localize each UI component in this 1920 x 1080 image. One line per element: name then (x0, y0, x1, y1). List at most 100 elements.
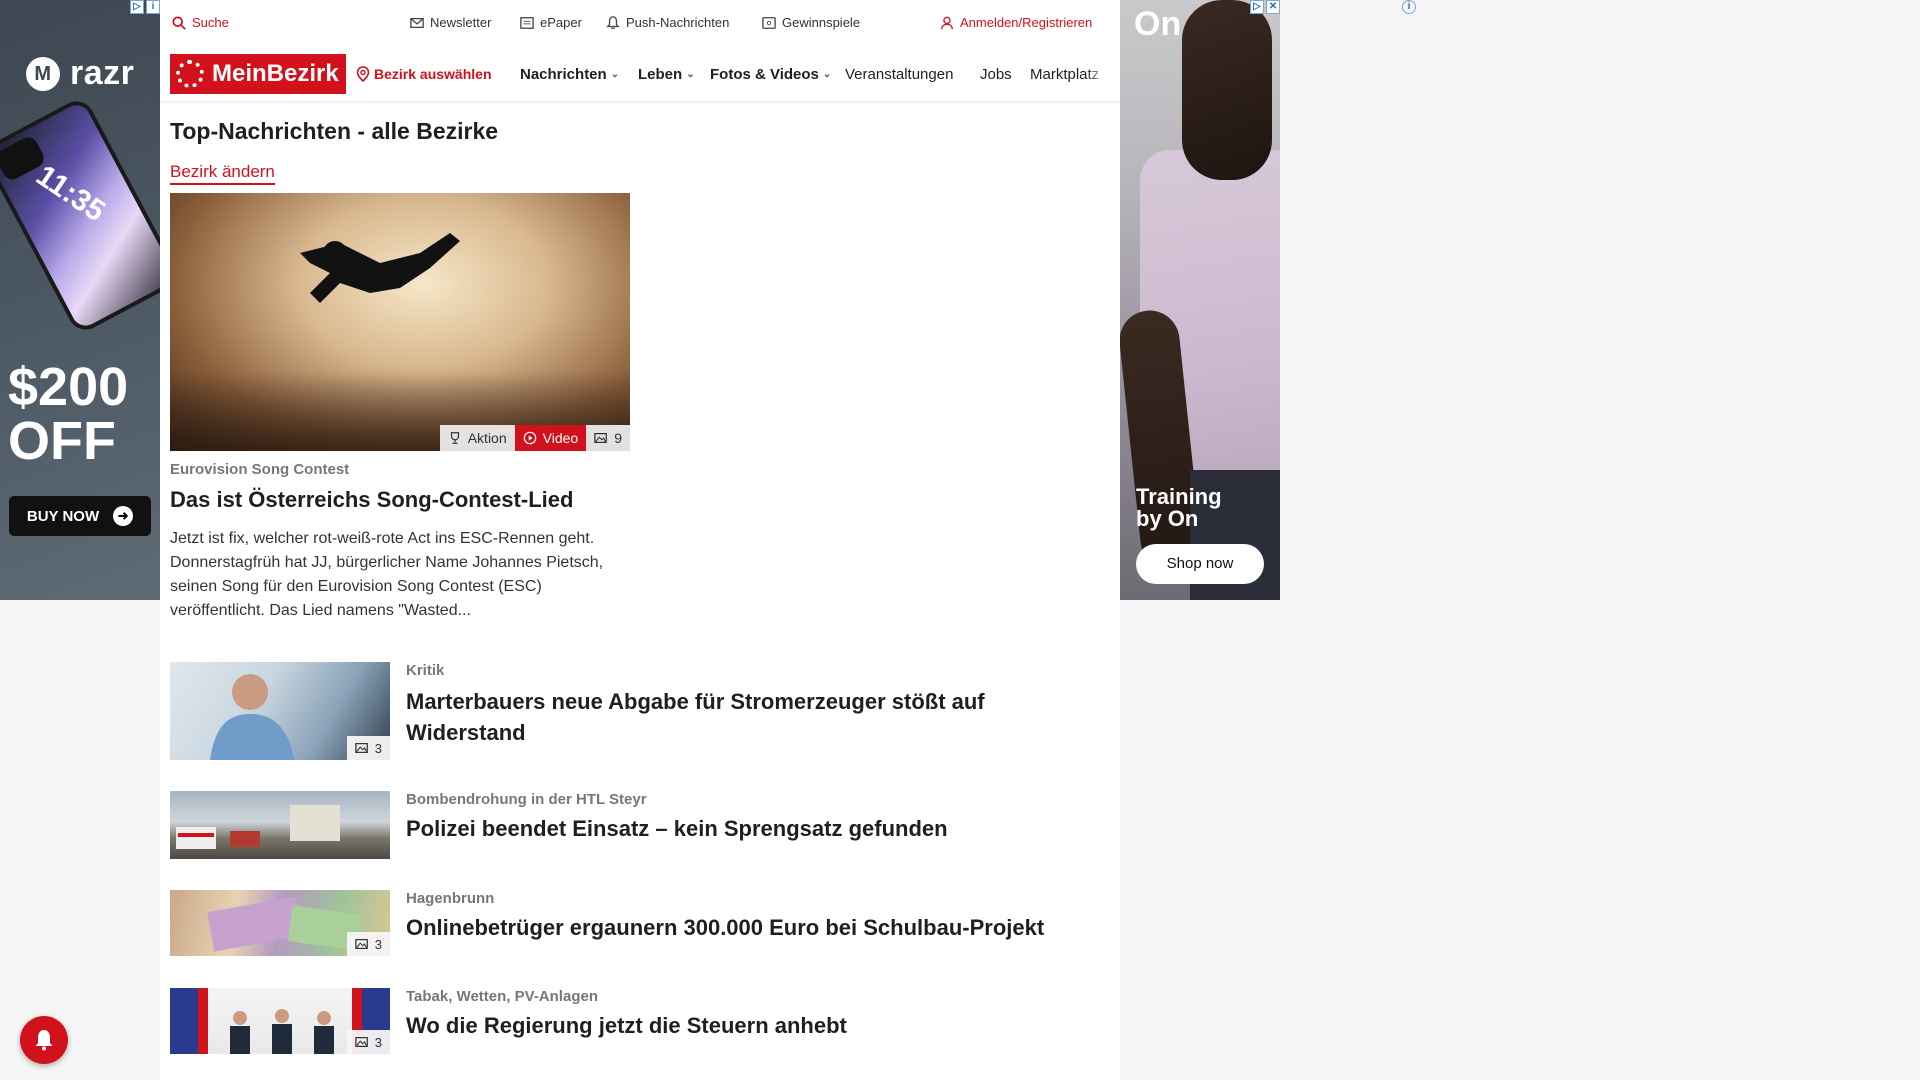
select-district-button[interactable]: Bezirk auswählen (356, 66, 492, 82)
select-district-label: Bezirk auswählen (374, 66, 492, 82)
nav-item-leben[interactable]: Leben ⌄ (638, 66, 695, 83)
ad-promo-off: OFF (8, 411, 116, 471)
hero-kicker: Eurovision Song Contest (170, 461, 350, 478)
location-pin-icon (356, 66, 370, 82)
article-headline[interactable]: Marterbauers neue Abgabe für Stromerzeug… (406, 686, 1106, 748)
ad-promo-amount: $200 (8, 357, 129, 417)
photo-count-badge: 3 (346, 932, 390, 956)
adchoices-play-icon[interactable]: ▷ (130, 0, 144, 14)
gallery-icon (355, 939, 368, 949)
hero-teaser[interactable]: Jetzt ist fix, welcher rot-weiß-rote Act… (170, 527, 620, 623)
newsletter-link[interactable]: Newsletter (410, 15, 491, 30)
nav-item-label: Veranstaltungen (845, 66, 954, 83)
article-kicker: Hagenbrunn (406, 890, 495, 907)
ad-info-icon[interactable]: i (146, 0, 160, 14)
ad-choices[interactable]: ▷ i (130, 0, 160, 14)
phone-image: 11:35 (0, 84, 160, 348)
nav-item-label: Nachrichten (520, 66, 607, 83)
nav-item-fotos-videos[interactable]: Fotos & Videos ⌄ (710, 66, 831, 83)
shop-now-button[interactable]: Shop now (1136, 544, 1264, 584)
nav-item-label: Jobs (980, 66, 1012, 83)
badge-photos: 9 (586, 425, 630, 451)
chevron-down-icon: ⌄ (610, 69, 620, 80)
bell-icon (35, 1030, 53, 1051)
ad-brand: M razr (26, 54, 134, 93)
photo-count: 3 (374, 1034, 382, 1050)
meinbezirk-logo[interactable]: MeinBezirk (170, 54, 346, 94)
utility-bar: Suche Newsletter ePaper Push-Nachrichten… (160, 0, 1120, 46)
search-label: Suche (192, 15, 229, 30)
on-logo: On (1134, 5, 1182, 43)
motorola-logo-icon: M (26, 56, 60, 91)
nav-item-nachrichten[interactable]: Nachrichten ⌄ (520, 66, 619, 83)
article-item[interactable]: 3 Hagenbrunn Onlinebetrüger ergaunern 30… (170, 890, 1110, 956)
user-icon (941, 16, 953, 29)
contests-label: Gewinnspiele (782, 15, 861, 30)
epaper-link[interactable]: ePaper (520, 15, 582, 30)
hero-article-image[interactable]: Aktion Video 9 (170, 193, 630, 451)
right-ad-banner[interactable]: On ▷ ✕ Training by On Shop now (1120, 0, 1280, 600)
nav-item-jobs[interactable]: Jobs (980, 66, 1012, 83)
ad-tagline-line1: Training (1136, 484, 1222, 509)
login-link[interactable]: Anmelden/Registrieren (940, 15, 1092, 30)
bell-icon (606, 15, 620, 29)
logo-text: MeinBezirk (212, 60, 339, 87)
search-icon (172, 15, 186, 30)
buy-now-label: BUY NOW (26, 507, 100, 525)
main-navigation: MeinBezirk Bezirk auswählen Nachrichten … (160, 46, 1120, 102)
badge-action: Aktion (439, 425, 515, 451)
search-link[interactable]: Suche (172, 15, 229, 30)
nav-item-marktplatz[interactable]: Marktplatz (1030, 66, 1110, 83)
article-thumbnail[interactable] (170, 791, 390, 859)
hero-headline[interactable]: Das ist Österreichs Song-Contest-Lied (170, 487, 573, 513)
change-district-link[interactable]: Bezirk ändern (170, 162, 275, 185)
article-headline[interactable]: Onlinebetrüger ergaunern 300.000 Euro be… (406, 912, 1106, 943)
badge-action-label: Aktion (467, 430, 507, 446)
street-scene-photo (176, 805, 340, 849)
nav-item-label: Fotos & Videos (710, 66, 819, 83)
contests-link[interactable]: Gewinnspiele (762, 15, 860, 30)
article-headline[interactable]: Polizei beendet Einsatz – kein Sprengsat… (406, 813, 1106, 844)
newsletter-label: Newsletter (430, 15, 492, 30)
chevron-down-icon: ⌄ (822, 69, 832, 80)
photo-count-badge: 3 (346, 1030, 390, 1054)
nav-item-veranstaltungen[interactable]: Veranstaltungen (845, 66, 953, 83)
chevron-down-icon: ⌄ (686, 69, 695, 80)
trophy-icon (450, 432, 459, 444)
login-label: Anmelden/Registrieren (960, 15, 1093, 30)
article-thumbnail[interactable]: 3 (170, 662, 390, 760)
gallery-icon (355, 1037, 368, 1047)
ad-tagline: Training by On (1136, 486, 1222, 530)
push-notifications-link[interactable]: Push-Nachrichten (606, 15, 729, 30)
section-title: Top-Nachrichten - alle Bezirke (170, 118, 499, 144)
main-column: Suche Newsletter ePaper Push-Nachrichten… (160, 0, 1120, 1080)
badge-video-label: Video (542, 430, 579, 446)
newspaper-icon (520, 16, 534, 29)
article-item[interactable]: Bombendrohung in der HTL Steyr Polizei b… (170, 791, 1110, 859)
nav-item-label: Leben (638, 66, 683, 83)
article-thumbnail[interactable]: 3 (170, 890, 390, 956)
ad-brand-name: razr (70, 54, 135, 92)
ad-model-head (1182, 0, 1272, 180)
article-thumbnail[interactable]: 3 (170, 988, 390, 1054)
gallery-icon (594, 433, 608, 443)
left-ad-banner[interactable]: ▷ i M razr 11:35 $200 OFF BUY NOW ➜ (0, 0, 160, 600)
ad-info-icon[interactable]: i (1402, 0, 1416, 14)
page: ▷ i M razr 11:35 $200 OFF BUY NOW ➜ Such… (0, 0, 1920, 1080)
notification-bell-button[interactable] (20, 1016, 68, 1064)
ticket-icon (762, 16, 776, 29)
gallery-icon (355, 743, 368, 753)
photo-count: 3 (374, 936, 382, 952)
article-item[interactable]: 3 Tabak, Wetten, PV-Anlagen Wo die Regie… (170, 988, 1110, 1054)
performer-silhouette (300, 233, 460, 303)
logo-sun-icon (176, 60, 204, 88)
article-kicker: Tabak, Wetten, PV-Anlagen (406, 988, 598, 1005)
play-circle-icon (523, 431, 536, 445)
nav-item-label: Marktplatz (1030, 66, 1100, 83)
buy-now-button[interactable]: BUY NOW ➜ (9, 496, 151, 536)
article-headline[interactable]: Wo die Regierung jetzt die Steuern anheb… (406, 1010, 1106, 1041)
close-icon[interactable]: ✕ (1266, 0, 1280, 14)
article-item[interactable]: 3 Kritik Marterbauers neue Abgabe für St… (170, 662, 1110, 760)
ad-choices[interactable]: ▷ ✕ (1250, 0, 1280, 14)
adchoices-play-icon[interactable]: ▷ (1250, 0, 1264, 14)
